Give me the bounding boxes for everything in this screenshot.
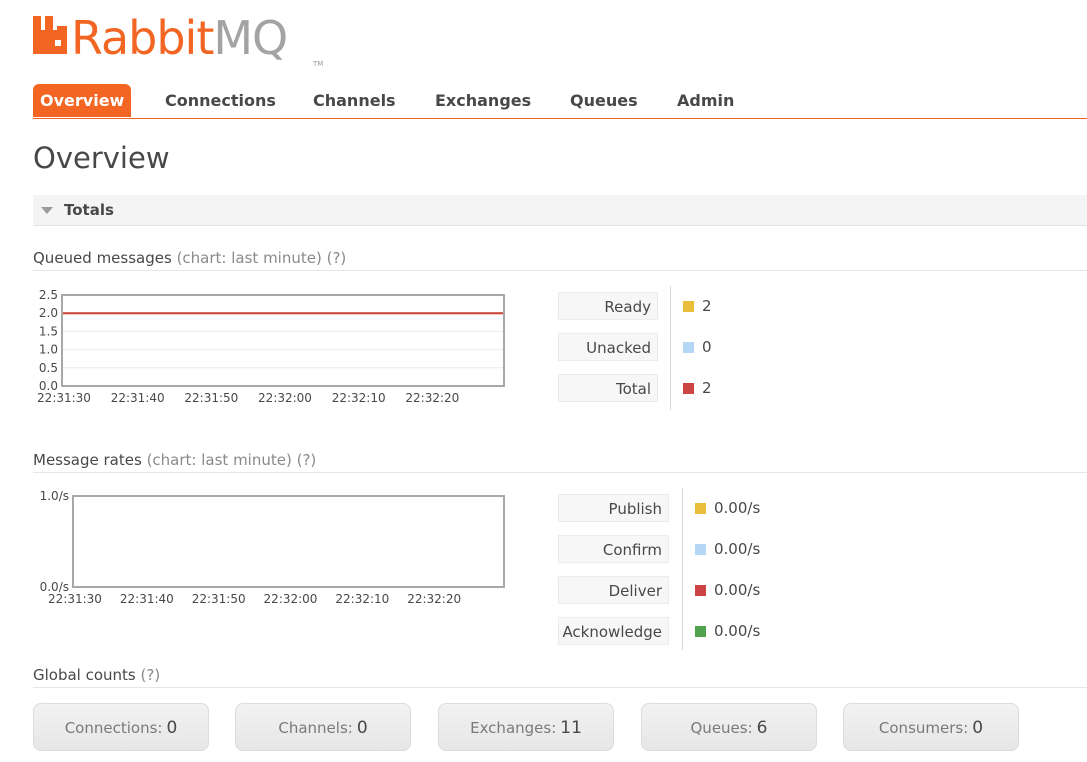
y-tick-label: 2.5 <box>39 288 58 302</box>
count-consumers-button[interactable]: Consumers: 0 <box>843 703 1019 751</box>
confirm-rate: 0.00/s <box>714 540 761 558</box>
count-value: 11 <box>560 718 582 738</box>
legend-confirm: Confirm <box>558 535 669 563</box>
x-tick-label: 22:32:10 <box>332 391 386 405</box>
total-value: 2 <box>683 374 712 402</box>
unacked-count: 0 <box>702 338 712 356</box>
acknowledge-rate: 0.00/s <box>714 622 761 640</box>
unacked-swatch <box>683 342 694 353</box>
x-tick-label: 22:31:30 <box>37 391 91 405</box>
y-tick-label: 1.0 <box>39 343 58 357</box>
total-count: 2 <box>702 379 712 397</box>
publish-swatch <box>695 503 706 514</box>
logo-word-rabbit: Rabbit <box>71 11 214 65</box>
queued-messages-title: Queued messages <box>33 249 172 267</box>
page-title: Overview <box>33 141 170 175</box>
unacked-value: 0 <box>683 333 712 361</box>
y-tick-label: 2.0 <box>39 306 58 320</box>
plot-area <box>73 496 504 587</box>
y-tick-label: 1.5 <box>39 324 58 338</box>
legend-ready: Ready <box>558 292 658 320</box>
count-label: Channels: <box>278 719 353 737</box>
x-tick-label: 22:31:40 <box>111 391 165 405</box>
legend-publish: Publish <box>558 494 669 522</box>
count-connections-button[interactable]: Connections: 0 <box>33 703 209 751</box>
legend-deliver: Deliver <box>558 576 669 604</box>
tab-channels[interactable]: Channels <box>313 84 396 117</box>
confirm-swatch <box>695 544 706 555</box>
x-tick-label: 22:31:40 <box>120 592 174 606</box>
total-swatch <box>683 383 694 394</box>
ready-swatch <box>683 301 694 312</box>
count-channels-button[interactable]: Channels: 0 <box>235 703 411 751</box>
plot-area <box>62 295 504 386</box>
global-counts-header: Global counts (?) <box>33 663 1087 688</box>
rates-help-link[interactable]: (?) <box>297 451 317 469</box>
logo-word-mq: MQ <box>213 11 288 65</box>
rates-chart-range-link[interactable]: (chart: last minute) <box>147 451 292 469</box>
deliver-swatch <box>695 585 706 596</box>
legend-total: Total <box>558 374 658 402</box>
x-tick-label: 22:32:10 <box>335 592 389 606</box>
tab-admin[interactable]: Admin <box>677 84 734 117</box>
x-tick-label: 22:32:20 <box>407 592 461 606</box>
queued-messages-header: Queued messages (chart: last minute) (?) <box>33 246 1087 271</box>
queued-help-link[interactable]: (?) <box>327 249 347 267</box>
count-label: Queues: <box>690 719 753 737</box>
main-nav: Overview Connections Channels Exchanges … <box>33 84 1087 119</box>
x-tick-label: 22:32:00 <box>264 592 318 606</box>
count-value: 6 <box>756 718 768 738</box>
deliver-rate: 0.00/s <box>714 581 761 599</box>
rabbit-logo-icon <box>33 16 67 54</box>
y-tick-label: 0.5 <box>39 361 58 375</box>
count-label: Connections: <box>64 719 163 737</box>
count-value: 0 <box>356 718 368 738</box>
global-counts-help-link[interactable]: (?) <box>141 666 161 684</box>
queued-messages-chart: 0.00.51.01.52.02.522:31:30 22:31:40 22:31:… <box>37 288 505 405</box>
logo-wordmark: RabbitMQ <box>71 10 288 66</box>
y-tick-label: 1.0/s <box>40 489 69 503</box>
legend-acknowledge: Acknowledge <box>558 617 669 645</box>
global-counts-title: Global counts <box>33 666 136 684</box>
x-tick-label: 22:31:30 <box>48 592 102 606</box>
count-value: 0 <box>972 718 984 738</box>
count-label: Consumers: <box>878 719 969 737</box>
legend-unacked: Unacked <box>558 333 658 361</box>
publish-value: 0.00/s <box>695 494 760 522</box>
logo-trademark: TM <box>313 60 324 68</box>
x-tick-label: 22:32:20 <box>405 391 459 405</box>
publish-rate: 0.00/s <box>714 499 761 517</box>
acknowledge-swatch <box>695 626 706 637</box>
legend-divider <box>670 286 671 410</box>
count-queues-button[interactable]: Queues: 6 <box>641 703 817 751</box>
tab-exchanges[interactable]: Exchanges <box>435 84 531 117</box>
queued-chart-range-link[interactable]: (chart: last minute) <box>177 249 322 267</box>
message-rates-chart: 0.0/s1.0/s22:31:30 22:31:40 22:31:50 22:32:… <box>40 489 505 606</box>
rates-legend-divider <box>682 488 683 650</box>
deliver-value: 0.00/s <box>695 576 760 604</box>
tab-connections[interactable]: Connections <box>165 84 276 117</box>
confirm-value: 0.00/s <box>695 535 760 563</box>
totals-section-title: Totals <box>64 201 114 219</box>
message-rates-title: Message rates <box>33 451 142 469</box>
tab-overview[interactable]: Overview <box>33 84 132 117</box>
count-label: Exchanges: <box>470 719 557 737</box>
count-exchanges-button[interactable]: Exchanges: 11 <box>438 703 614 751</box>
tab-queues[interactable]: Queues <box>570 84 638 117</box>
rabbitmq-logo: RabbitMQ TM <box>33 11 323 68</box>
ready-value: 2 <box>683 292 712 320</box>
message-rates-header: Message rates (chart: last minute) (?) <box>33 448 1087 473</box>
totals-section-toggle[interactable]: Totals <box>33 195 1087 226</box>
acknowledge-value: 0.00/s <box>695 617 760 645</box>
x-tick-label: 22:32:00 <box>258 391 312 405</box>
ready-count: 2 <box>702 297 712 315</box>
x-tick-label: 22:31:50 <box>184 391 238 405</box>
x-tick-label: 22:31:50 <box>192 592 246 606</box>
collapse-triangle-icon <box>41 207 53 214</box>
count-value: 0 <box>166 718 178 738</box>
